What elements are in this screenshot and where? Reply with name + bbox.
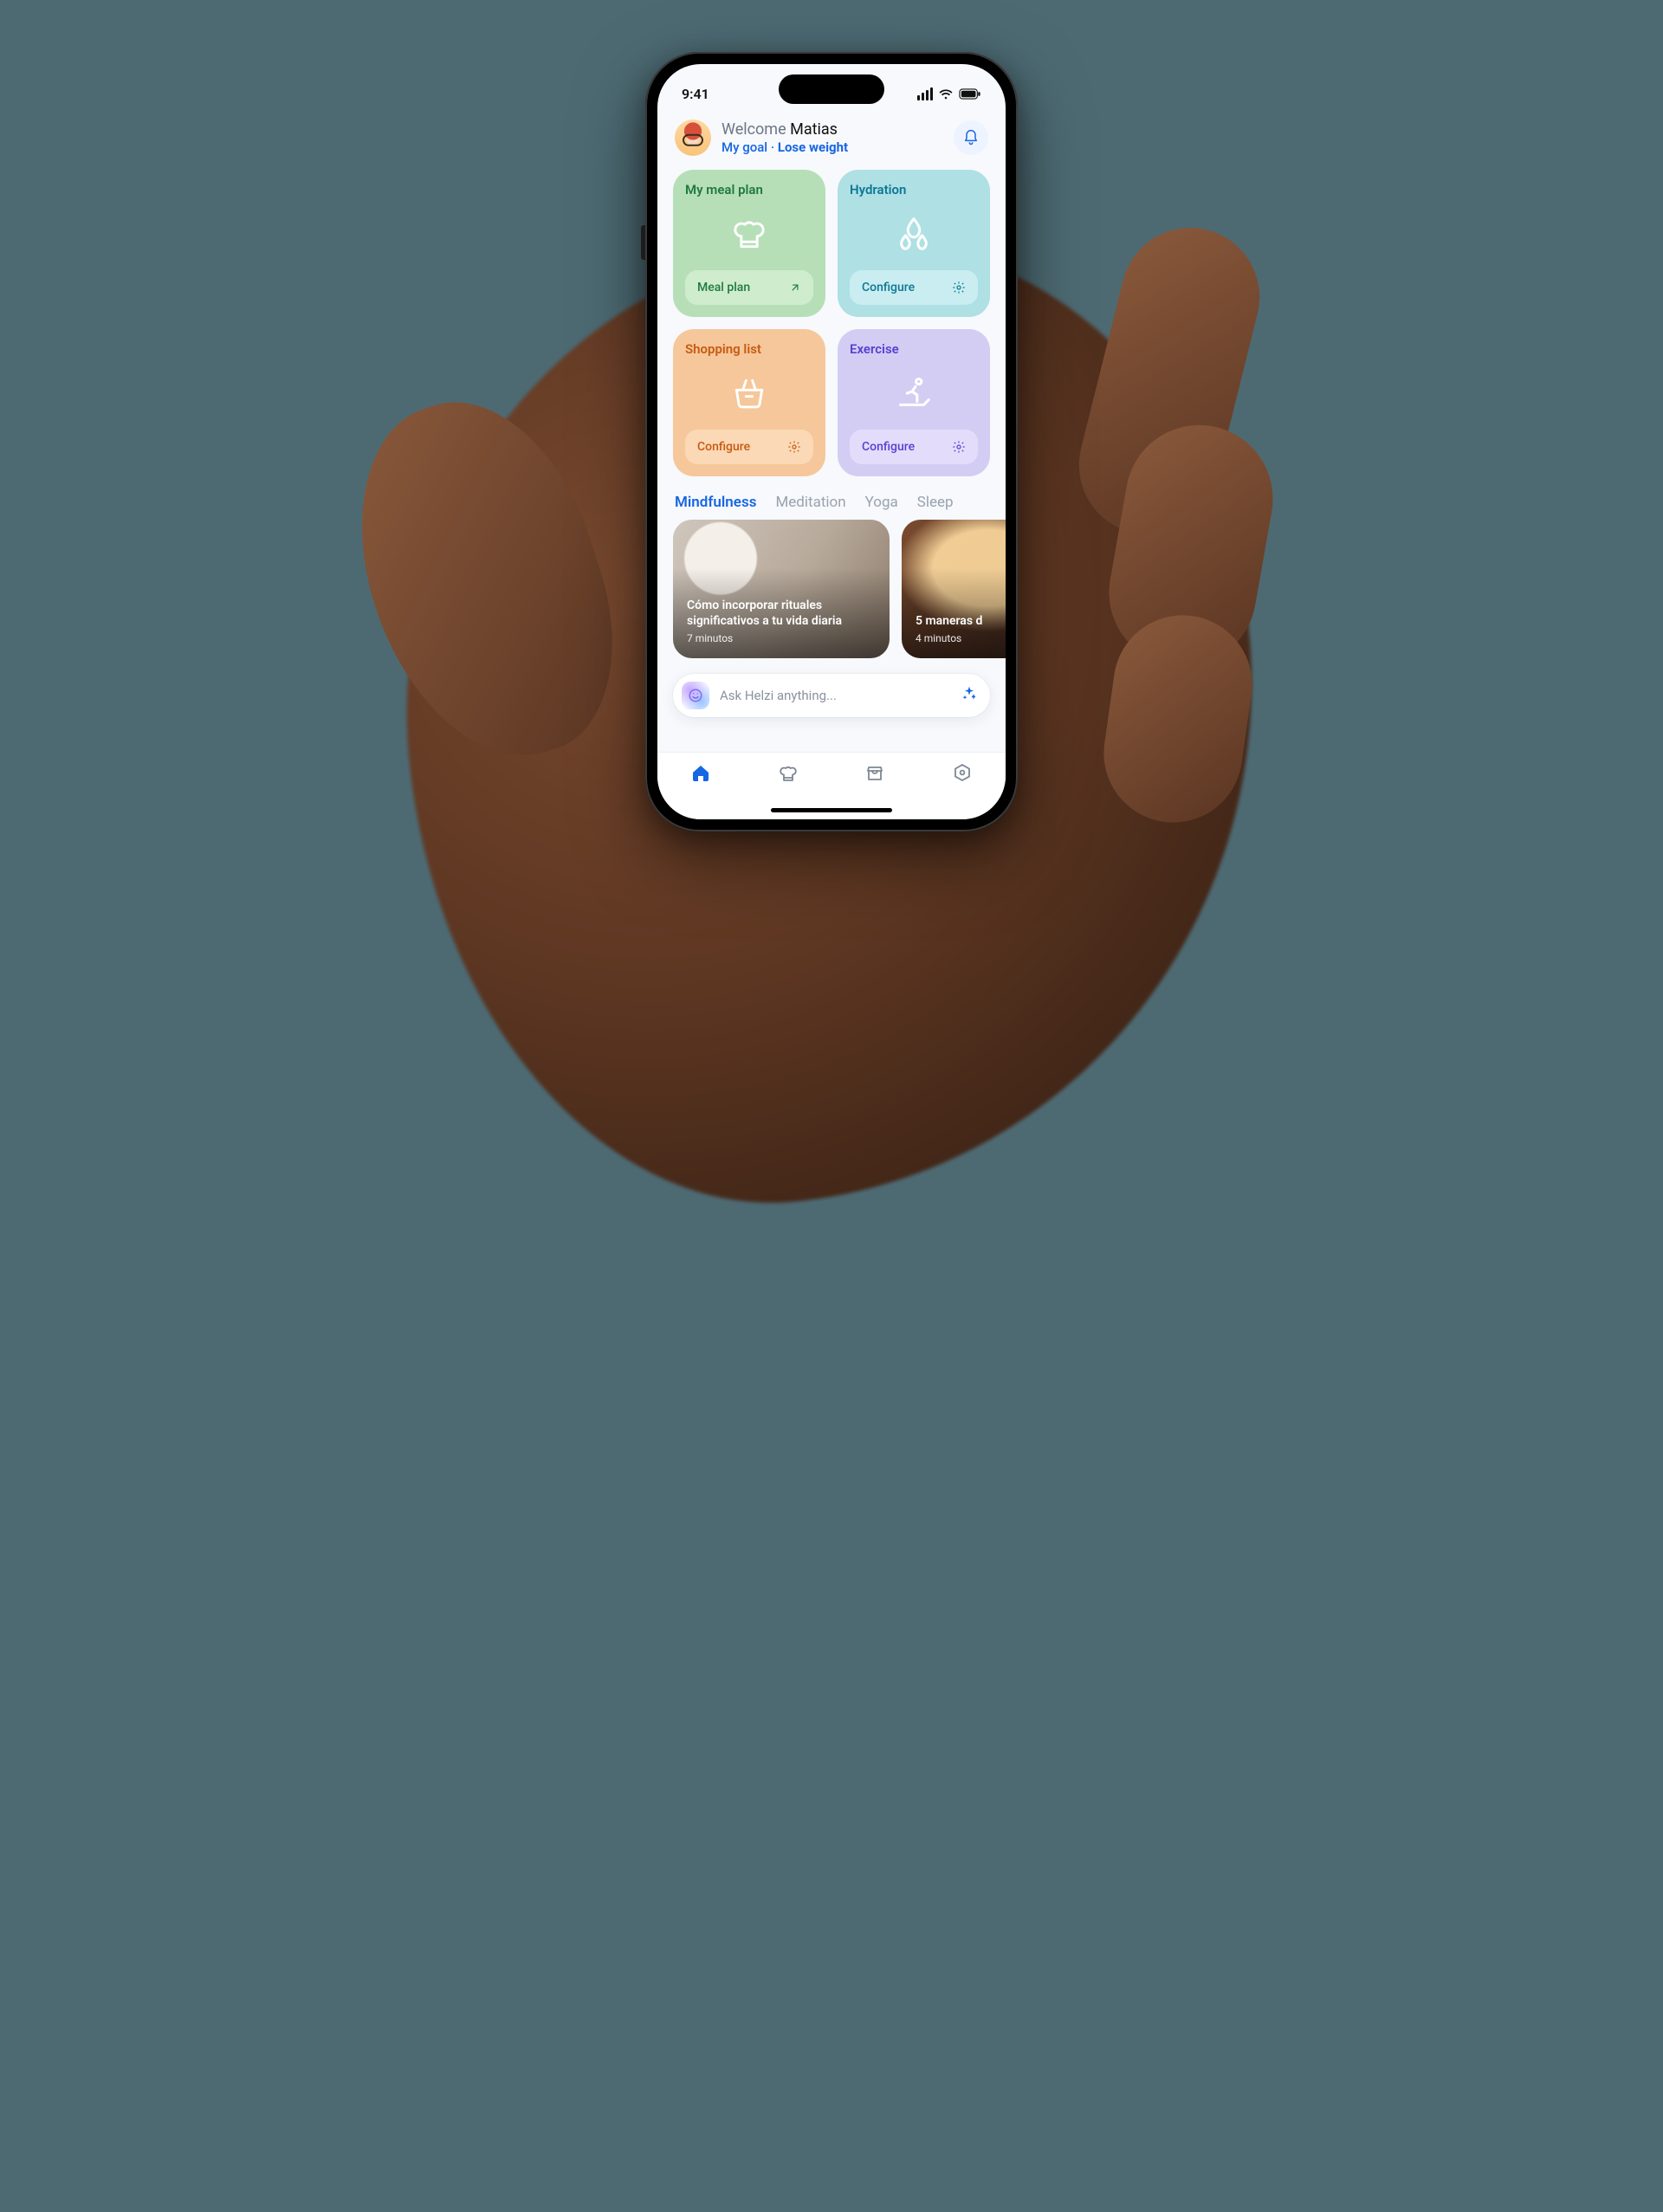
article-duration: 7 minutos: [687, 632, 876, 644]
gear-icon: [952, 440, 966, 454]
chef-hat-icon: [778, 763, 799, 784]
ask-helzi-input[interactable]: Ask Helzi anything...: [673, 674, 990, 717]
store-icon: [864, 763, 885, 784]
article-card[interactable]: Cómo incorporar rituales significativos …: [673, 520, 890, 658]
smile-icon: [682, 682, 709, 709]
dynamic-island: [779, 74, 884, 104]
avatar[interactable]: [675, 120, 711, 156]
notifications-button[interactable]: [954, 120, 988, 155]
home-indicator: [771, 808, 892, 812]
tile-title: Hydration: [850, 182, 978, 197]
settings-hex-icon: [952, 763, 973, 784]
hand-holding-phone: 9:41: [355, 52, 1308, 1264]
tile-action-shopping[interactable]: Configure: [685, 430, 813, 464]
ask-bar-wrap: Ask Helzi anything...: [657, 658, 1006, 724]
welcome-prefix: Welcome: [721, 120, 790, 139]
goal-line[interactable]: My goal · Lose weight: [721, 139, 943, 155]
category-tabs: Mindfulness Meditation Yoga Sleep: [657, 476, 1006, 520]
nav-settings[interactable]: [936, 763, 988, 784]
bell-icon: [962, 129, 980, 146]
wifi-icon: [938, 87, 954, 100]
basket-icon: [685, 357, 813, 430]
article-title: Cómo incorporar rituales significativos …: [687, 598, 876, 629]
nav-home[interactable]: [675, 763, 727, 784]
chef-hat-icon: [685, 197, 813, 270]
tile-hydration[interactable]: Hydration Configure: [838, 170, 990, 317]
tile-shopping-list[interactable]: Shopping list Configure: [673, 329, 825, 476]
article-duration: 4 minutos: [916, 632, 1006, 644]
gear-icon: [952, 281, 966, 294]
tab-sleep[interactable]: Sleep: [917, 494, 954, 511]
tab-meditation[interactable]: Meditation: [775, 494, 845, 511]
phone-frame: 9:41: [645, 52, 1018, 831]
goal-value: Lose weight: [778, 139, 848, 155]
tab-yoga[interactable]: Yoga: [865, 494, 898, 511]
home-icon: [690, 763, 711, 784]
tile-action-meal-plan[interactable]: Meal plan: [685, 270, 813, 305]
cellular-signal-icon: [917, 87, 933, 100]
dashboard-tiles: My meal plan Meal plan Hydration: [657, 170, 1006, 476]
phone-screen: 9:41: [657, 64, 1006, 819]
tile-meal-plan[interactable]: My meal plan Meal plan: [673, 170, 825, 317]
treadmill-icon: [850, 357, 978, 430]
tile-exercise[interactable]: Exercise Configure: [838, 329, 990, 476]
greeting-block: Welcome Matias My goal · Lose weight: [721, 120, 943, 155]
app-header: Welcome Matias My goal · Lose weight: [657, 111, 1006, 170]
tile-action-label: Configure: [862, 281, 915, 294]
sparkle-icon[interactable]: [961, 685, 978, 706]
tile-action-hydration[interactable]: Configure: [850, 270, 978, 305]
nav-store[interactable]: [849, 763, 901, 784]
goal-label: My goal: [721, 139, 767, 155]
nav-meals[interactable]: [762, 763, 814, 784]
tile-title: Shopping list: [685, 341, 813, 357]
welcome-line: Welcome Matias: [721, 120, 943, 139]
status-right: [917, 87, 981, 100]
ask-placeholder: Ask Helzi anything...: [720, 688, 950, 703]
tile-title: My meal plan: [685, 182, 813, 197]
tile-title: Exercise: [850, 341, 978, 357]
article-title: 5 maneras d: [916, 613, 1006, 629]
droplets-icon: [850, 197, 978, 270]
tile-action-label: Configure: [862, 440, 915, 454]
gear-icon: [787, 440, 801, 454]
article-card[interactable]: 5 maneras d 4 minutos: [902, 520, 1006, 658]
tab-mindfulness[interactable]: Mindfulness: [675, 494, 756, 511]
user-name: Matias: [790, 120, 838, 139]
arrow-up-right-icon: [789, 281, 801, 294]
article-cards-row[interactable]: Cómo incorporar rituales significativos …: [657, 520, 1006, 658]
battery-icon: [959, 88, 981, 100]
tile-action-label: Meal plan: [697, 281, 750, 294]
goal-separator: ·: [767, 139, 778, 155]
tile-action-exercise[interactable]: Configure: [850, 430, 978, 464]
status-time: 9:41: [682, 86, 709, 102]
tile-action-label: Configure: [697, 440, 750, 454]
